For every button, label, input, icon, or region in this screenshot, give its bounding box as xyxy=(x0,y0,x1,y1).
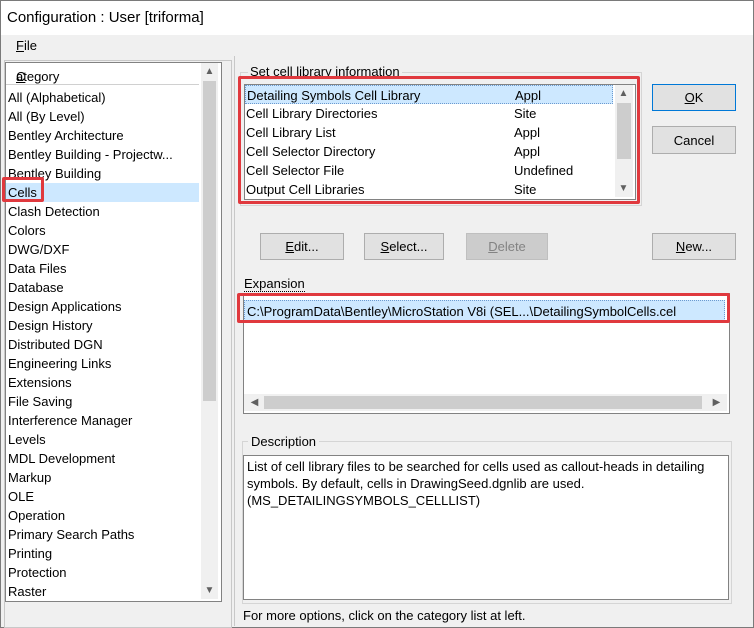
library-row[interactable]: Cell Library Directories Site xyxy=(245,104,613,123)
category-item[interactable]: Design History xyxy=(6,316,199,335)
category-item[interactable]: Design Applications xyxy=(6,297,199,316)
category-item[interactable]: Bentley Building - Projectw... xyxy=(6,145,199,164)
category-item[interactable]: All (By Level) xyxy=(6,107,199,126)
category-item[interactable]: Operation xyxy=(6,506,199,525)
delete-mnemonic: D xyxy=(488,239,498,254)
category-item[interactable]: Clash Detection xyxy=(6,202,199,221)
library-row-source: Appl xyxy=(514,125,541,140)
category-list[interactable]: Category All (Alphabetical) All (By Level… xyxy=(5,62,222,602)
category-item[interactable]: Distributed DGN xyxy=(6,335,199,354)
new-label: ew... xyxy=(685,239,713,254)
library-row-source: Undefined xyxy=(514,163,574,178)
description-text: List of cell library files to be searche… xyxy=(243,455,729,600)
library-row-name: Cell Library List xyxy=(246,125,336,140)
library-label-text: et cell library information xyxy=(258,64,400,79)
library-row-name: Detailing Symbols Cell Library xyxy=(247,88,421,103)
new-button[interactable]: New... xyxy=(652,233,736,260)
down-arrow-icon[interactable]: ▼ xyxy=(201,582,218,599)
library-row-name: Cell Selector File xyxy=(246,163,345,178)
library-row-source: Site xyxy=(514,106,537,121)
category-item[interactable]: Data Files xyxy=(6,259,199,278)
ok-mnemonic: O xyxy=(684,90,695,105)
category-item[interactable]: OLE xyxy=(6,487,199,506)
category-item[interactable]: Interference Manager xyxy=(6,411,199,430)
library-row-name: Cell Selector Directory xyxy=(246,144,376,159)
left-arrow-icon[interactable]: ◀ xyxy=(246,394,263,411)
menu-file-label: ile xyxy=(23,38,37,53)
window-title: Configuration : User [triforma] xyxy=(7,9,204,26)
library-row[interactable]: Output Cell Libraries Site xyxy=(245,180,613,199)
category-item[interactable]: Engineering Links xyxy=(6,354,199,373)
cancel-button[interactable]: Cancel xyxy=(652,126,736,154)
title-bar: Configuration : User [triforma] xyxy=(1,1,753,35)
library-row[interactable]: Detailing Symbols Cell Library Appl xyxy=(245,85,613,104)
expansion-h-scrollbar[interactable]: ◀ ▶ xyxy=(244,394,727,411)
down-arrow-icon[interactable]: ▼ xyxy=(615,180,632,197)
edit-button[interactable]: Edit... xyxy=(260,233,344,260)
library-row-source: Site xyxy=(514,182,537,197)
category-item[interactable]: Levels xyxy=(6,430,199,449)
expansion-scroll-thumb[interactable] xyxy=(264,396,702,409)
ok-button[interactable]: OK xyxy=(652,84,736,111)
delete-button[interactable]: Delete xyxy=(466,233,548,260)
category-scroll-thumb[interactable] xyxy=(203,81,216,401)
new-mnemonic: N xyxy=(675,239,686,254)
category-header: Category xyxy=(6,63,199,85)
library-label-mnemonic: S xyxy=(250,64,259,79)
menu-file-mnemonic: F xyxy=(16,38,24,53)
library-row[interactable]: Cell Selector File Undefined xyxy=(245,161,613,180)
category-item[interactable]: Bentley Building xyxy=(6,164,199,183)
category-item[interactable]: Extensions xyxy=(6,373,199,392)
category-item[interactable]: Colors xyxy=(6,221,199,240)
select-mnemonic: S xyxy=(380,239,390,254)
library-scroll-thumb[interactable] xyxy=(617,103,631,159)
library-row-source: Appl xyxy=(514,144,541,159)
library-group-label: Set cell library information xyxy=(248,64,402,79)
right-arrow-icon[interactable]: ▶ xyxy=(708,394,725,411)
ok-label: K xyxy=(694,90,704,105)
category-item[interactable]: All (Alphabetical) xyxy=(6,88,199,107)
select-label: elect... xyxy=(389,239,428,254)
category-item[interactable]: File Saving xyxy=(6,392,199,411)
delete-label: elete xyxy=(497,239,526,254)
category-item[interactable]: Database xyxy=(6,278,199,297)
category-item[interactable]: Cells xyxy=(6,183,199,202)
select-button[interactable]: Select... xyxy=(364,233,444,260)
library-row[interactable]: Cell Library List Appl xyxy=(245,123,613,142)
menu-bar: File xyxy=(1,35,753,57)
category-item[interactable]: DWG/DXF xyxy=(6,240,199,259)
expansion-row[interactable]: C:\ProgramData\Bentley\MicroStation V8i … xyxy=(244,300,725,321)
category-items: All (Alphabetical) All (By Level) Bentley … xyxy=(6,88,199,601)
category-item[interactable]: Printing xyxy=(6,544,199,563)
category-item[interactable]: Bentley Architecture xyxy=(6,126,199,145)
library-list[interactable]: Detailing Symbols Cell Library Appl Cell L… xyxy=(244,84,636,200)
menu-file[interactable]: File xyxy=(16,38,37,53)
library-row-source: Appl xyxy=(515,88,542,103)
edit-label: dit... xyxy=(294,239,319,254)
category-item[interactable]: Protection xyxy=(6,563,199,582)
up-arrow-icon[interactable]: ▲ xyxy=(201,63,218,80)
category-scrollbar[interactable]: ▲ ▼ xyxy=(201,63,218,599)
hint-text: For more options, click on the category … xyxy=(243,608,526,623)
library-row-name: Output Cell Libraries xyxy=(246,182,365,197)
description-label: Description xyxy=(248,434,320,449)
category-item[interactable]: MDL Development xyxy=(6,449,199,468)
category-item[interactable]: Markup xyxy=(6,468,199,487)
expansion-list[interactable]: C:\ProgramData\Bentley\MicroStation V8i … xyxy=(243,293,730,414)
library-row[interactable]: Cell Selector Directory Appl xyxy=(245,142,613,161)
library-row-name: Cell Library Directories xyxy=(246,106,378,121)
edit-mnemonic: E xyxy=(285,239,295,254)
category-item[interactable]: Primary Search Paths xyxy=(6,525,199,544)
category-item[interactable]: Raster xyxy=(6,582,199,601)
library-scrollbar[interactable]: ▲ ▼ xyxy=(615,85,633,197)
expansion-label: Expansion xyxy=(244,276,305,292)
category-header-text: ategory xyxy=(16,69,60,84)
up-arrow-icon[interactable]: ▲ xyxy=(615,85,632,102)
